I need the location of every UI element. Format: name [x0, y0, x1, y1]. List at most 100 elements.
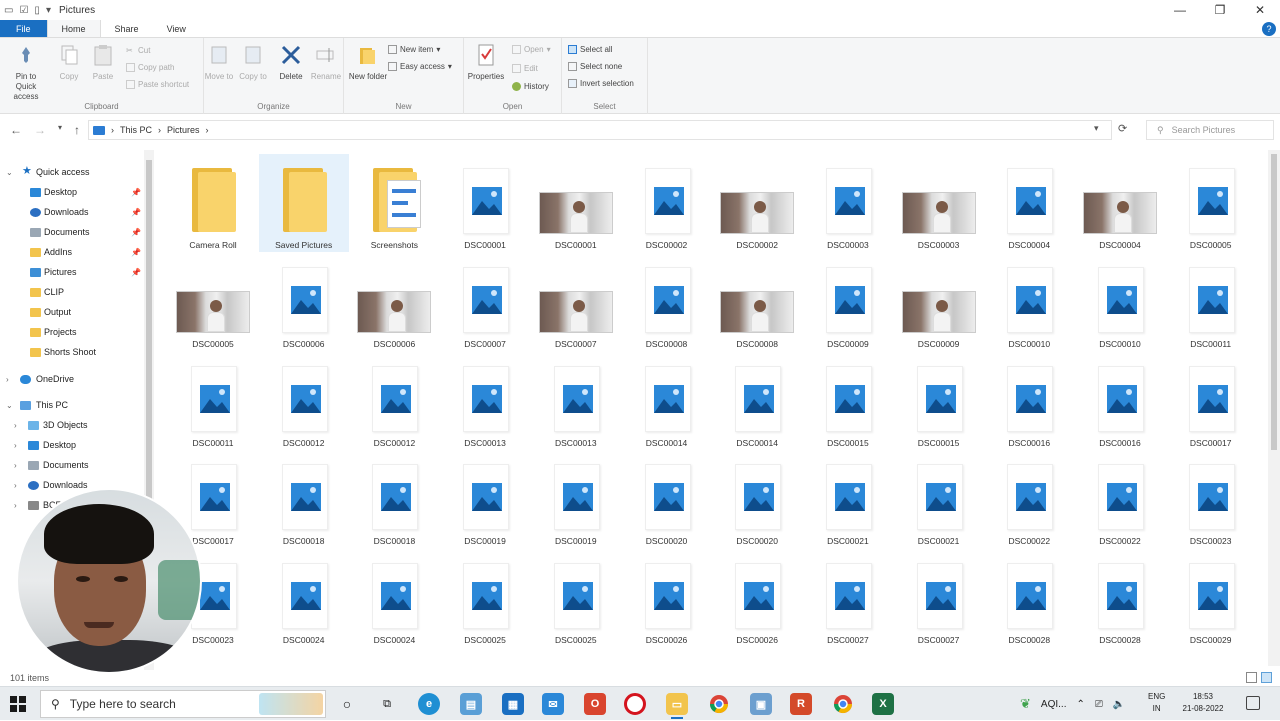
nav-this-pc[interactable]: ⌄ This PC	[0, 396, 150, 414]
nav-documents[interactable]: Documents 📌	[0, 223, 150, 241]
nav-output[interactable]: Output	[0, 303, 150, 321]
file-item[interactable]: DSC00026	[622, 549, 712, 647]
delete-button[interactable]: Delete	[274, 42, 308, 82]
file-item[interactable]: DSC00026	[712, 549, 802, 647]
leaf-weather-icon[interactable]: ❦	[1020, 696, 1031, 712]
file-item[interactable]: DSC00011	[168, 352, 258, 450]
file-item[interactable]: DSC00004	[984, 154, 1074, 252]
pin-icon[interactable]: 📌	[131, 208, 141, 217]
language-indicator[interactable]: ENG IN	[1148, 691, 1165, 715]
office-icon[interactable]: O	[584, 693, 606, 715]
file-item[interactable]: DSC00020	[622, 450, 712, 548]
file-item[interactable]: DSC00025	[531, 549, 621, 647]
file-item[interactable]: DSC00008	[712, 253, 802, 351]
up-arrow-icon[interactable]: ↑	[74, 123, 80, 137]
nav-projects[interactable]: Projects	[0, 323, 150, 341]
file-explorer-icon[interactable]: ▭	[666, 693, 688, 719]
folder-item[interactable]: Saved Pictures	[258, 154, 349, 252]
pin-icon[interactable]: 📌	[131, 228, 141, 237]
file-item[interactable]: DSC00020	[712, 450, 802, 548]
refresh-icon[interactable]: ⟳	[1118, 122, 1127, 135]
speaker-icon[interactable]: 🔈	[1113, 699, 1125, 710]
properties-qa-icon[interactable]: ☑	[19, 5, 28, 16]
content-scrollbar[interactable]	[1268, 150, 1280, 666]
file-item[interactable]: DSC00009	[894, 253, 984, 351]
file-item[interactable]: DSC00009	[803, 253, 893, 351]
address-history-chevron-icon[interactable]: ▾	[1094, 123, 1099, 134]
rename-button[interactable]: Rename	[308, 42, 344, 82]
file-item[interactable]: DSC00007	[531, 253, 621, 351]
copy-path-button[interactable]: Copy path	[126, 63, 174, 72]
nav-clip[interactable]: CLIP	[0, 283, 150, 301]
file-item[interactable]: DSC00006	[349, 253, 439, 351]
chevron-down-icon[interactable]: ⌄	[6, 401, 13, 410]
nav-downloads[interactable]: Downloads 📌	[0, 203, 150, 221]
breadcrumb-this-pc[interactable]: This PC	[120, 125, 152, 135]
windows-start-icon[interactable]	[10, 696, 26, 712]
edit-button[interactable]: Edit	[512, 64, 538, 73]
chevron-right-icon[interactable]: ›	[14, 481, 17, 490]
cortana-icon[interactable]: ○	[336, 693, 358, 715]
file-item[interactable]: DSC00013	[440, 352, 530, 450]
file-item[interactable]: DSC00029	[1166, 549, 1256, 647]
chevron-right-icon[interactable]: ›	[14, 501, 17, 510]
forward-arrow-icon[interactable]: →	[34, 123, 46, 137]
file-item[interactable]: DSC00025	[440, 549, 530, 647]
maximize-button[interactable]: ❐	[1200, 0, 1240, 20]
history-button[interactable]: History	[512, 82, 549, 91]
chrome-icon[interactable]	[708, 693, 730, 715]
network-icon[interactable]: ⎚	[1095, 699, 1103, 710]
new-folder-qa-icon[interactable]: ▯	[34, 5, 40, 16]
pin-quick-access-button[interactable]: Pin to Quick access	[6, 42, 46, 102]
file-item[interactable]: DSC00021	[894, 450, 984, 548]
pin-icon[interactable]: 📌	[131, 248, 141, 257]
address-bar[interactable]: › This PC › Pictures ›	[88, 120, 1112, 140]
file-item[interactable]: DSC00017	[1166, 352, 1256, 450]
large-icons-view-icon[interactable]	[1261, 672, 1272, 683]
file-item[interactable]: DSC00019	[440, 450, 530, 548]
back-arrow-icon[interactable]: ←	[10, 123, 22, 137]
folder-item[interactable]: Camera Roll	[168, 154, 258, 252]
file-item[interactable]: DSC00016	[1075, 352, 1165, 450]
file-item[interactable]: DSC00013	[531, 352, 621, 450]
file-item[interactable]: DSC00010	[1075, 253, 1165, 351]
chevron-up-icon[interactable]: ⌃	[1076, 699, 1084, 710]
new-folder-button[interactable]: New folder	[348, 42, 388, 82]
nav-pc-documents[interactable]: › Documents	[0, 456, 150, 474]
chevron-down-icon[interactable]: ▾	[46, 5, 51, 16]
file-item[interactable]: DSC00022	[1075, 450, 1165, 548]
new-item-button[interactable]: New item ▾	[388, 45, 440, 54]
tab-home[interactable]: Home	[46, 20, 101, 37]
taskbar-search-input[interactable]: ⚲ Type here to search	[40, 690, 326, 718]
minimize-button[interactable]: —	[1160, 0, 1200, 20]
paste-shortcut-button[interactable]: Paste shortcut	[126, 80, 189, 89]
nav-quick-access[interactable]: ⌄ ★ Quick access	[0, 163, 150, 181]
file-item[interactable]: DSC00001	[440, 154, 530, 252]
file-item[interactable]: DSC00012	[349, 352, 439, 450]
chevron-right-icon[interactable]: ›	[14, 421, 17, 430]
file-item[interactable]: DSC00018	[259, 450, 349, 548]
close-button[interactable]: ✕	[1240, 0, 1280, 20]
folder-item[interactable]: Screenshots	[349, 154, 439, 252]
file-item[interactable]: DSC00022	[984, 450, 1074, 548]
file-item[interactable]: DSC00005	[1166, 154, 1256, 252]
paste-button[interactable]: Paste	[84, 42, 122, 82]
task-view-icon[interactable]: ⧉	[376, 693, 398, 715]
chrome-profile-icon[interactable]	[832, 693, 854, 715]
tab-view[interactable]: View	[153, 20, 200, 37]
nav-desktop[interactable]: Desktop 📌	[0, 183, 150, 201]
chevron-right-icon[interactable]: ›	[14, 461, 17, 470]
file-item[interactable]: DSC00007	[440, 253, 530, 351]
file-item[interactable]: DSC00024	[349, 549, 439, 647]
file-item[interactable]: DSC00027	[894, 549, 984, 647]
chevron-down-icon[interactable]: ⌄	[6, 168, 13, 177]
invert-selection-button[interactable]: Invert selection	[568, 79, 634, 88]
file-item[interactable]: DSC00006	[259, 253, 349, 351]
nav-scroll-thumb[interactable]	[146, 160, 152, 500]
file-item[interactable]: DSC00001	[531, 154, 621, 252]
file-item[interactable]: DSC00011	[1166, 253, 1256, 351]
chevron-right-icon[interactable]: ›	[6, 375, 9, 384]
copy-to-button[interactable]: Copy to	[238, 42, 268, 82]
file-item[interactable]: DSC00003	[894, 154, 984, 252]
file-item[interactable]: DSC00016	[984, 352, 1074, 450]
